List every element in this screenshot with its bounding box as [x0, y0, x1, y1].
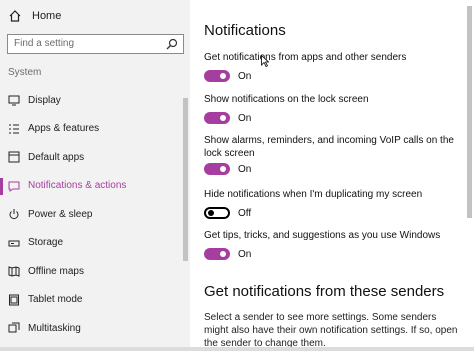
default-apps-icon	[8, 151, 20, 163]
toggle-switch[interactable]	[204, 248, 230, 260]
toggle-knob	[208, 210, 214, 216]
sidebar-item-storage[interactable]: Storage	[0, 229, 182, 258]
home-label: Home	[32, 10, 62, 22]
toggle-state: Off	[238, 207, 252, 219]
main-scrollbar[interactable]	[467, 6, 472, 218]
toggle-knob	[220, 166, 226, 172]
storage-icon	[8, 240, 20, 247]
setting-lock-screen: Show notifications on the lock screen On	[204, 93, 454, 124]
sidebar-item-offline-maps[interactable]: Offline maps	[0, 257, 182, 286]
sidebar-item-label: Storage	[28, 237, 64, 249]
setting-label: Get tips, tricks, and suggestions as you…	[204, 230, 441, 241]
setting-label: Hide notifications when I'm duplicating …	[204, 189, 423, 200]
toggle-knob	[220, 73, 226, 79]
page-title: Notifications	[204, 22, 286, 39]
sidebar-item-notifications[interactable]: Notifications & actions	[0, 172, 182, 201]
map-icon	[8, 266, 20, 277]
tablet-icon	[9, 294, 19, 306]
sidebar-item-multitasking[interactable]: Multitasking	[0, 314, 182, 343]
toggle-state: On	[238, 70, 252, 82]
sidebar-item-label: Power & sleep	[28, 208, 93, 220]
main-content: Notifications Get notifications from app…	[190, 0, 474, 351]
toggle-switch[interactable]	[204, 70, 230, 82]
setting-alarms-voip: Show alarms, reminders, and incoming VoI…	[204, 134, 454, 175]
senders-description: Select a sender to see more settings. So…	[204, 312, 458, 349]
sidebar-item-label: Default apps	[28, 151, 85, 163]
sidebar-item-label: Display	[28, 94, 61, 106]
sidebar-item-label: Tablet mode	[28, 294, 83, 306]
sidebar-scrollbar[interactable]	[183, 98, 188, 261]
toggle-switch[interactable]	[204, 163, 230, 175]
sidebar-item-tablet-mode[interactable]: Tablet mode	[0, 286, 182, 315]
setting-label: Show notifications on the lock screen	[204, 94, 369, 105]
sidebar-item-label: Apps & features	[28, 123, 100, 135]
list-icon	[9, 124, 19, 134]
home-icon	[9, 10, 21, 22]
setting-label: Get notifications from apps and other se…	[204, 52, 407, 63]
sidebar-item-label: Notifications & actions	[28, 180, 127, 192]
toggle-switch[interactable]	[204, 207, 230, 219]
sidebar-item-label: Offline maps	[28, 265, 84, 277]
toggle-state: On	[238, 163, 252, 175]
multitask-icon	[8, 322, 20, 333]
toggle-knob	[220, 115, 226, 121]
sidebar-item-label: Multitasking	[28, 322, 81, 334]
settings-sidebar: Home Find a setting System Display Apps …	[0, 0, 190, 351]
chat-icon	[8, 181, 20, 192]
sidebar-nav: Display Apps & features Default apps Not…	[0, 86, 182, 343]
horizontal-scrollbar[interactable]	[0, 347, 474, 351]
mouse-cursor-icon	[261, 55, 269, 67]
setting-label: Show alarms, reminders, and incoming VoI…	[204, 135, 454, 159]
section-label-system: System	[8, 67, 42, 78]
setting-hide-duplicating: Hide notifications when I'm duplicating …	[204, 188, 454, 219]
toggle-state: On	[238, 248, 252, 260]
toggle-state: On	[238, 112, 252, 124]
sidebar-item-apps-features[interactable]: Apps & features	[0, 115, 182, 144]
search-placeholder: Find a setting	[14, 38, 75, 49]
search-icon[interactable]	[166, 38, 178, 50]
sidebar-item-power-sleep[interactable]: Power & sleep	[0, 200, 182, 229]
toggle-switch[interactable]	[204, 112, 230, 124]
monitor-icon	[8, 95, 20, 106]
setting-app-notifications: Get notifications from apps and other se…	[204, 51, 454, 82]
home-link[interactable]: Home	[8, 8, 61, 24]
sidebar-item-default-apps[interactable]: Default apps	[0, 143, 182, 172]
search-input[interactable]: Find a setting	[7, 34, 184, 54]
setting-tips-tricks: Get tips, tricks, and suggestions as you…	[204, 229, 454, 260]
power-icon	[9, 209, 19, 220]
sidebar-item-display[interactable]: Display	[0, 86, 182, 115]
toggle-knob	[220, 251, 226, 257]
senders-section-title: Get notifications from these senders	[204, 283, 445, 300]
